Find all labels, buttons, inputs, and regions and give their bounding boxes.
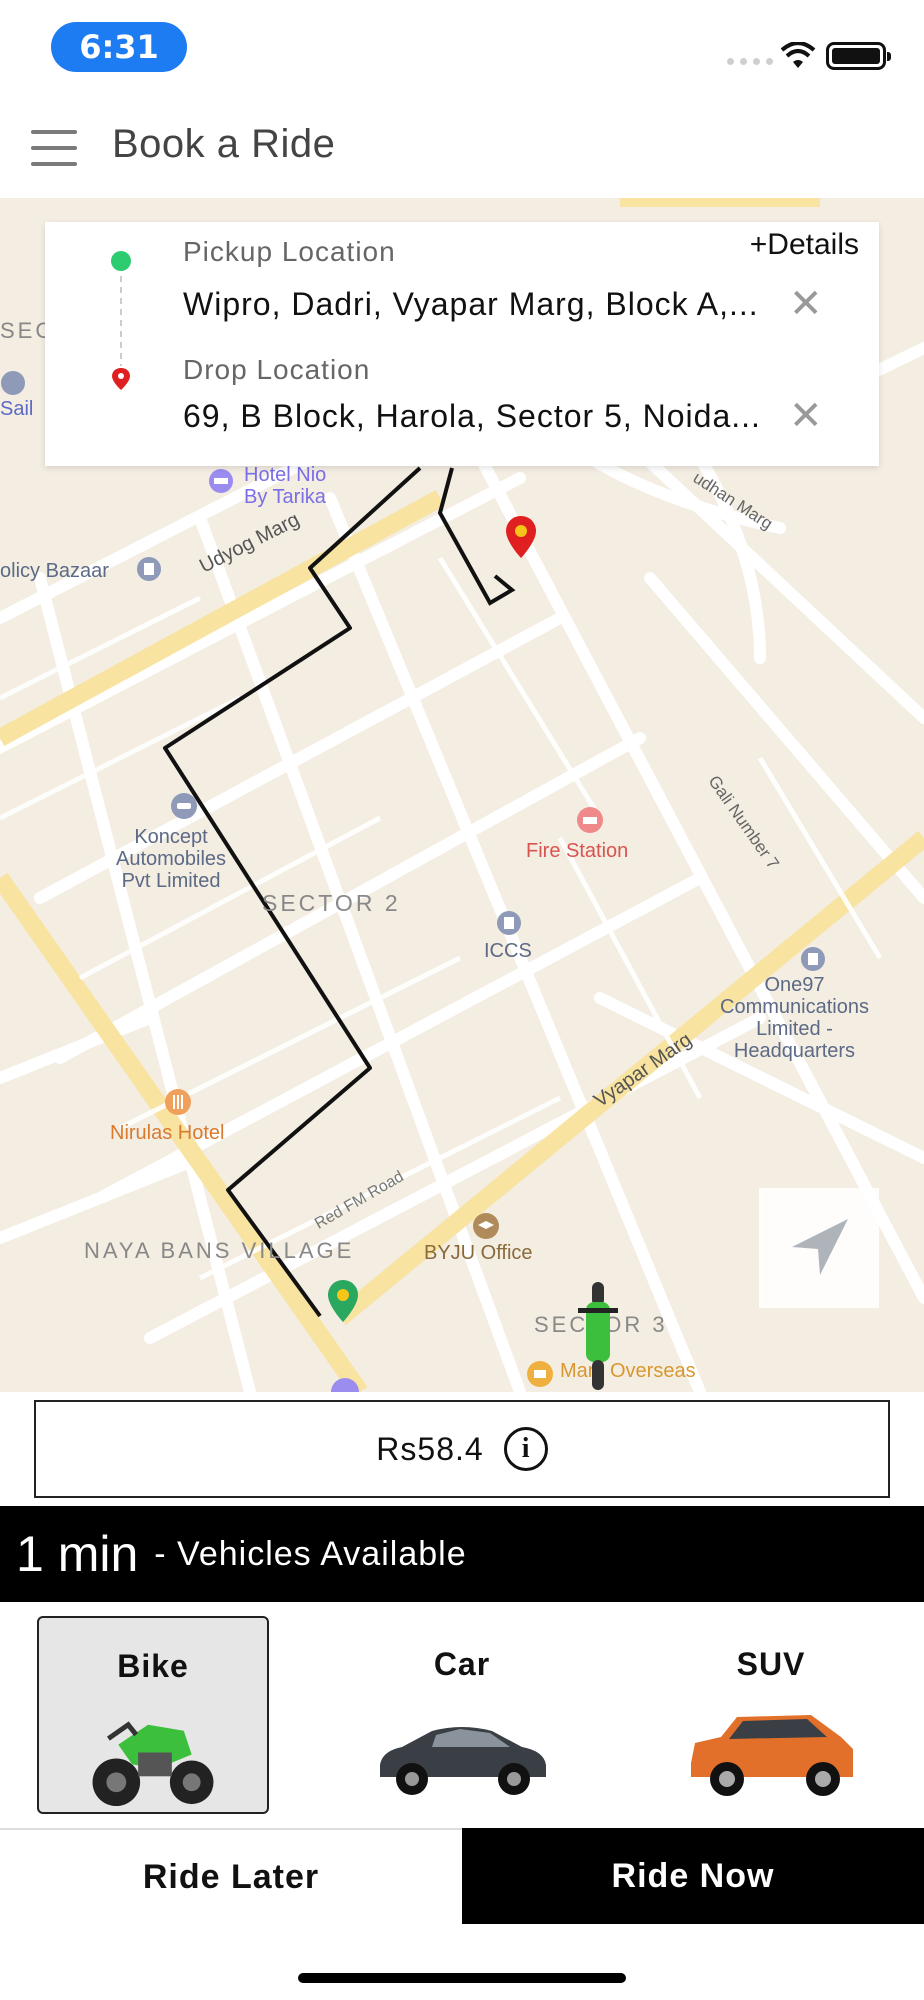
pickup-map-marker-icon: [328, 1280, 358, 1322]
poi-iccs-icon: [497, 911, 521, 935]
poi-shop-icon: [527, 1361, 553, 1387]
pickup-location-field[interactable]: Wipro, Dadri, Vyapar Marg, Block A,...: [183, 286, 823, 323]
route-connector: [111, 251, 131, 390]
map-label-koncept: Koncept Automobiles Pvt Limited: [116, 826, 227, 892]
poi-education-icon: [473, 1213, 499, 1239]
map-label-sail: Sail: [0, 398, 34, 420]
battery-icon: [826, 42, 891, 70]
vehicle-name: SUV: [736, 1646, 806, 1682]
status-time: 6:31: [51, 22, 187, 72]
poi-car-icon: [171, 793, 197, 819]
status-bar: 6:31: [0, 0, 924, 100]
map-label-nirulas: Nirulas Hotel: [110, 1122, 225, 1144]
poi-office-icon: [137, 557, 161, 581]
map-label-byju: BYJU Office: [424, 1242, 533, 1264]
poi-restaurant-icon: [165, 1089, 191, 1115]
pickup-dot-icon: [111, 251, 131, 271]
eta-value: 1 min: [16, 1526, 139, 1582]
ride-later-button[interactable]: Ride Later: [0, 1828, 462, 1924]
details-link[interactable]: +Details: [750, 228, 859, 262]
car-icon: [380, 1727, 546, 1795]
fare-estimate-box[interactable]: Rs58.4 i: [34, 1400, 890, 1498]
poi-sail-icon: [1, 371, 25, 395]
locate-me-button[interactable]: [759, 1188, 879, 1308]
ride-now-button[interactable]: Ride Now: [462, 1828, 924, 1924]
vehicle-option-car[interactable]: Car: [346, 1616, 578, 1814]
clear-pickup-icon[interactable]: ✕: [789, 284, 823, 324]
fare-amount: Rs58.4: [376, 1430, 484, 1467]
bike-map-marker-icon: [578, 1282, 618, 1390]
availability-bar: 1 min - Vehicles Available: [0, 1506, 924, 1602]
poi-fire-station-icon: [577, 807, 603, 833]
app-header: Book a Ride: [0, 100, 924, 200]
clear-drop-icon[interactable]: ✕: [789, 396, 823, 436]
navigation-arrow-icon: [792, 1219, 848, 1275]
vehicle-option-suv[interactable]: SUV: [655, 1616, 887, 1814]
drop-location-field[interactable]: 69, B Block, Harola, Sector 5, Noida...: [183, 398, 823, 435]
drop-label: Drop Location: [183, 354, 371, 385]
vehicle-option-bike[interactable]: Bike: [37, 1616, 269, 1814]
suv-icon: [691, 1715, 853, 1796]
bike-icon: [92, 1721, 214, 1807]
map-label-iccs: ICCS: [484, 940, 532, 962]
poi-one97-icon: [801, 947, 825, 971]
map-label-sector-2: SECTOR 2: [262, 890, 401, 916]
info-icon[interactable]: i: [503, 1427, 548, 1471]
availability-text: - Vehicles Available: [154, 1534, 467, 1573]
map-label-fire-station: Fire Station: [526, 840, 629, 862]
vehicle-name: Car: [433, 1646, 491, 1682]
map-label-hotel-nio: Hotel Nio By Tarika: [244, 464, 327, 508]
map-label-naya-bans: NAYA BANS VILLAGE: [84, 1238, 355, 1263]
home-indicator[interactable]: [298, 1973, 626, 1983]
cellular-signal-icon: [727, 58, 773, 65]
pickup-label: Pickup Location: [183, 236, 396, 267]
page-title: Book a Ride: [112, 122, 336, 166]
location-card: +Details Pickup Location Wipro, Dadri, V…: [45, 222, 879, 466]
hamburger-menu-icon[interactable]: [31, 130, 77, 166]
map-label-one97: One97 Communications Limited - Headquart…: [720, 974, 869, 1062]
wifi-icon: [780, 42, 816, 68]
poi-hotel-icon: [209, 469, 233, 493]
map-label-policy-bazaar: olicy Bazaar: [0, 560, 109, 582]
vehicle-name: Bike: [117, 1648, 189, 1684]
drop-map-marker-icon: [506, 516, 536, 558]
poi-partial-icon: [331, 1378, 359, 1392]
